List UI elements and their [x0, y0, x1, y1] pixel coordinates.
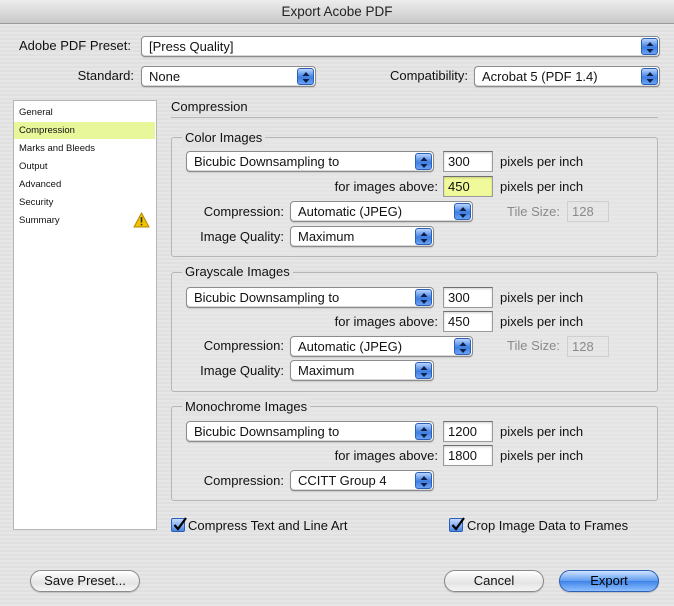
save-preset-button[interactable]: Save Preset...: [30, 570, 140, 592]
section-divider: [171, 117, 658, 118]
cancel-button[interactable]: Cancel: [444, 570, 544, 592]
color-tile-label: Tile Size:: [507, 204, 560, 219]
popup-arrows-icon: [415, 472, 432, 489]
export-pdf-dialog: Export Acobe PDF Adobe PDF Preset: [Pres…: [0, 0, 674, 606]
popup-arrows-icon: [415, 362, 432, 379]
preset-label: Adobe PDF Preset:: [19, 38, 131, 53]
popup-arrows-icon: [415, 153, 432, 170]
sidebar-item-advanced[interactable]: Advanced: [14, 176, 155, 193]
checkmark-icon: [173, 517, 187, 531]
popup-arrows-icon: [641, 38, 658, 55]
mono-ppi-unit: pixels per inch: [500, 424, 584, 439]
compatibility-label: Compatibility:: [389, 68, 468, 83]
sidebar-item-marks-and-bleeds[interactable]: Marks and Bleeds: [14, 140, 155, 157]
color-ppi-unit: pixels per inch: [500, 154, 584, 169]
color-above-unit: pixels per inch: [500, 179, 584, 194]
preset-popup[interactable]: [Press Quality]: [141, 36, 660, 57]
gray-quality-label: Image Quality:: [200, 363, 284, 378]
gray-quality-popup[interactable]: Maximum: [290, 360, 434, 381]
color-tile-field[interactable]: 128: [567, 201, 609, 222]
monochrome-images-title: Monochrome Images: [182, 398, 311, 416]
gray-ppi-unit: pixels per inch: [500, 290, 584, 305]
gray-above-unit: pixels per inch: [500, 314, 584, 329]
category-sidebar: General Compression Marks and Bleeds Out…: [13, 100, 157, 530]
compatibility-value: Acrobat 5 (PDF 1.4): [482, 69, 598, 84]
mono-ppi-field[interactable]: 1200: [443, 421, 493, 442]
mono-downsampling-popup[interactable]: Bicubic Downsampling to: [186, 421, 434, 442]
popup-arrows-icon: [454, 203, 471, 220]
color-compression-popup[interactable]: Automatic (JPEG): [290, 201, 473, 222]
popup-arrows-icon: [297, 68, 314, 85]
color-quality-value: Maximum: [298, 229, 355, 244]
sidebar-item-compression[interactable]: Compression: [14, 122, 155, 139]
color-quality-popup[interactable]: Maximum: [290, 226, 434, 247]
section-title: Compression: [171, 99, 248, 114]
mono-above-label: for images above:: [334, 448, 438, 463]
warning-icon: [133, 211, 150, 231]
color-downsampling-value: Bicubic Downsampling to: [194, 154, 340, 169]
gray-compression-value: Automatic (JPEG): [298, 339, 403, 354]
sidebar-item-general[interactable]: General: [14, 104, 155, 121]
gray-above-field[interactable]: 450: [443, 311, 493, 332]
mono-above-unit: pixels per inch: [500, 448, 584, 463]
crop-image-checkbox[interactable]: [449, 517, 465, 532]
compress-text-label[interactable]: Compress Text and Line Art: [188, 516, 347, 536]
color-above-field[interactable]: 450: [443, 176, 493, 197]
compatibility-popup[interactable]: Acrobat 5 (PDF 1.4): [474, 66, 660, 87]
mono-compression-label: Compression:: [203, 473, 284, 488]
standard-label: Standard:: [77, 68, 134, 83]
gray-tile-field[interactable]: 128: [567, 336, 609, 357]
standard-value: None: [149, 69, 181, 84]
gray-ppi-field[interactable]: 300: [443, 287, 493, 308]
export-button[interactable]: Export: [559, 570, 659, 592]
color-above-label: for images above:: [334, 179, 438, 194]
color-ppi-field[interactable]: 300: [443, 151, 493, 172]
color-compression-value: Automatic (JPEG): [298, 204, 403, 219]
color-compression-label: Compression:: [203, 204, 284, 219]
gray-downsampling-popup[interactable]: Bicubic Downsampling to: [186, 287, 434, 308]
preset-value: [Press Quality]: [149, 39, 234, 54]
grayscale-images-title: Grayscale Images: [182, 263, 293, 281]
popup-arrows-icon: [415, 228, 432, 245]
popup-arrows-icon: [415, 423, 432, 440]
mono-downsampling-value: Bicubic Downsampling to: [194, 424, 340, 439]
popup-arrows-icon: [641, 68, 658, 85]
color-downsampling-popup[interactable]: Bicubic Downsampling to: [186, 151, 434, 172]
compress-text-checkbox[interactable]: [171, 517, 187, 532]
crop-image-label[interactable]: Crop Image Data to Frames: [467, 516, 628, 536]
popup-arrows-icon: [415, 289, 432, 306]
gray-compression-popup[interactable]: Automatic (JPEG): [290, 336, 473, 357]
mono-compression-value: CCITT Group 4: [298, 473, 387, 488]
gray-quality-value: Maximum: [298, 363, 355, 378]
color-quality-label: Image Quality:: [200, 229, 284, 244]
sidebar-item-security[interactable]: Security: [14, 194, 155, 211]
gray-compression-label: Compression:: [203, 338, 284, 353]
color-images-title: Color Images: [182, 129, 266, 147]
window-title: Export Acobe PDF: [0, 0, 674, 24]
gray-tile-label: Tile Size:: [507, 338, 560, 353]
popup-arrows-icon: [454, 338, 471, 355]
mono-compression-popup[interactable]: CCITT Group 4: [290, 470, 434, 491]
standard-popup[interactable]: None: [141, 66, 316, 87]
sidebar-item-output[interactable]: Output: [14, 158, 155, 175]
gray-downsampling-value: Bicubic Downsampling to: [194, 290, 340, 305]
mono-above-field[interactable]: 1800: [443, 445, 493, 466]
gray-above-label: for images above:: [334, 314, 438, 329]
checkmark-icon: [451, 517, 465, 531]
